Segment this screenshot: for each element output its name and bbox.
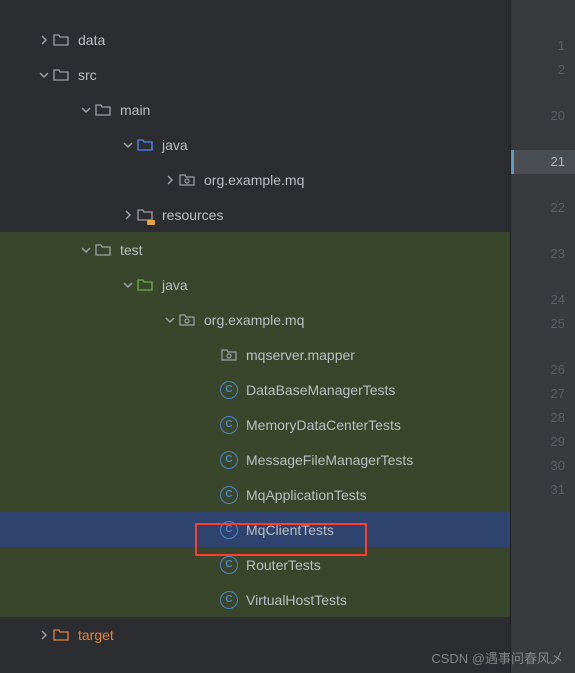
tree-node-test-java[interactable]: java xyxy=(0,267,510,302)
class-icon: C xyxy=(220,556,238,574)
tree-node-data[interactable]: data xyxy=(0,22,510,57)
tree-node-main-java[interactable]: java xyxy=(0,127,510,162)
tree-node-target[interactable]: target xyxy=(0,617,510,652)
folder-icon xyxy=(52,31,70,49)
tree-node-class[interactable]: C RouterTests xyxy=(0,547,510,582)
gutter-line: 26 xyxy=(511,358,575,382)
chevron-down-icon xyxy=(78,102,94,118)
class-icon: C xyxy=(220,591,238,609)
gutter-line: 21 xyxy=(511,150,575,174)
gutter-line: 29 xyxy=(511,430,575,454)
folder-icon xyxy=(52,66,70,84)
class-icon: C xyxy=(220,521,238,539)
package-icon xyxy=(220,346,238,364)
resources-folder-icon xyxy=(136,206,154,224)
tree-node-src[interactable]: src xyxy=(0,57,510,92)
class-icon: C xyxy=(220,486,238,504)
chevron-down-icon xyxy=(162,312,178,328)
folder-icon xyxy=(94,241,112,259)
tree-label: main xyxy=(120,102,150,118)
gutter-line xyxy=(511,220,575,242)
tree-node-class[interactable]: C MemoryDataCenterTests xyxy=(0,407,510,442)
gutter-line xyxy=(511,336,575,358)
class-icon: C xyxy=(220,416,238,434)
gutter-line xyxy=(511,128,575,150)
package-icon xyxy=(178,171,196,189)
gutter-line: 25 xyxy=(511,312,575,336)
chevron-right-icon xyxy=(36,32,52,48)
tree-node-class[interactable]: C MqApplicationTests xyxy=(0,477,510,512)
project-tree: data src main java xyxy=(0,0,510,673)
source-folder-icon xyxy=(136,136,154,154)
tree-label: resources xyxy=(162,207,223,223)
chevron-down-icon xyxy=(78,242,94,258)
tree-label: src xyxy=(78,67,97,83)
tree-node-class[interactable]: C DataBaseManagerTests xyxy=(0,372,510,407)
tree-node-class[interactable]: C VirtualHostTests xyxy=(0,582,510,617)
chevron-down-icon xyxy=(36,67,52,83)
class-icon: C xyxy=(220,381,238,399)
tree-node-main-pkg[interactable]: org.example.mq xyxy=(0,162,510,197)
tree-node-main[interactable]: main xyxy=(0,92,510,127)
tree-label: MessageFileManagerTests xyxy=(246,452,413,468)
tree-node-mapper[interactable]: mqserver.mapper xyxy=(0,337,510,372)
tree-node-class[interactable]: C MessageFileManagerTests xyxy=(0,442,510,477)
package-icon xyxy=(178,311,196,329)
tree-node-test-pkg[interactable]: org.example.mq xyxy=(0,302,510,337)
tree-label: MemoryDataCenterTests xyxy=(246,417,401,433)
chevron-down-icon xyxy=(120,277,136,293)
tree-label: org.example.mq xyxy=(204,172,304,188)
gutter-line xyxy=(511,266,575,288)
tree-node-mqclienttests[interactable]: C MqClientTests xyxy=(0,512,510,547)
tree-label: MqApplicationTests xyxy=(246,487,367,503)
tree-label: mqserver.mapper xyxy=(246,347,355,363)
chevron-right-icon xyxy=(36,627,52,643)
chevron-right-icon xyxy=(120,207,136,223)
tree-label: data xyxy=(78,32,105,48)
gutter-line: 20 xyxy=(511,104,575,128)
gutter-line xyxy=(511,82,575,104)
test-folder-icon xyxy=(136,276,154,294)
tree-label: test xyxy=(120,242,143,258)
editor-gutter: 12 20 21 22 23 2425 262728293031 xyxy=(510,0,575,673)
tree-label: java xyxy=(162,277,188,293)
tree-label: DataBaseManagerTests xyxy=(246,382,395,398)
folder-icon xyxy=(94,101,112,119)
gutter-line: 22 xyxy=(511,196,575,220)
gutter-line: 31 xyxy=(511,478,575,502)
gutter-line: 30 xyxy=(511,454,575,478)
gutter-line xyxy=(511,174,575,196)
tree-node-test[interactable]: test xyxy=(0,232,510,267)
gutter-line: 2 xyxy=(511,58,575,82)
tree-label: target xyxy=(78,627,114,643)
gutter-line: 28 xyxy=(511,406,575,430)
tree-label: MqClientTests xyxy=(246,522,334,538)
gutter-line: 27 xyxy=(511,382,575,406)
tree-node-resources[interactable]: resources xyxy=(0,197,510,232)
chevron-right-icon xyxy=(162,172,178,188)
tree-label: RouterTests xyxy=(246,557,321,573)
class-icon: C xyxy=(220,451,238,469)
gutter-line: 24 xyxy=(511,288,575,312)
tree-label: VirtualHostTests xyxy=(246,592,347,608)
gutter-line: 1 xyxy=(511,34,575,58)
gutter-line: 23 xyxy=(511,242,575,266)
tree-label: java xyxy=(162,137,188,153)
chevron-down-icon xyxy=(120,137,136,153)
excluded-folder-icon xyxy=(52,626,70,644)
tree-label: org.example.mq xyxy=(204,312,304,328)
